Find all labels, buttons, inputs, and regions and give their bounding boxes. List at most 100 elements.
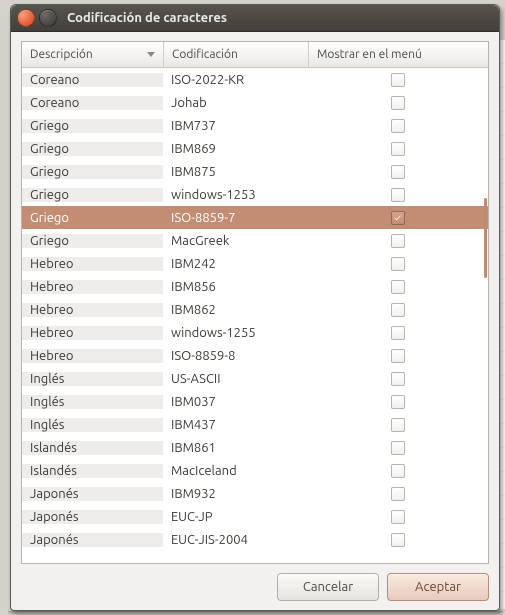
cell-encoding: ISO-8859-7 — [163, 211, 307, 225]
header-description[interactable]: Descripción — [22, 42, 164, 67]
show-in-menu-checkbox[interactable] — [391, 165, 405, 179]
cell-description: Japonés — [22, 533, 163, 547]
table-row[interactable]: GriegoISO-8859-7 ✓ — [22, 206, 488, 229]
show-in-menu-checkbox[interactable] — [391, 73, 405, 87]
table-row[interactable]: Griegowindows-1253 — [22, 183, 488, 206]
cell-description: Hebreo — [22, 257, 163, 271]
table-row[interactable]: JaponésIBM932 — [22, 482, 488, 505]
table-header-row: Descripción Codificación Mostrar en el m… — [22, 42, 488, 68]
header-show-label: Mostrar en el menú — [317, 48, 422, 61]
cell-show-in-menu — [307, 418, 488, 432]
cell-encoding: IBM875 — [163, 165, 307, 179]
dialog-window: Codificación de caracteres Descripción C… — [10, 4, 500, 611]
cell-show-in-menu — [307, 96, 488, 110]
show-in-menu-checkbox[interactable] — [391, 188, 405, 202]
table-row[interactable]: InglésIBM437 — [22, 413, 488, 436]
cell-description: Coreano — [22, 96, 163, 110]
cell-show-in-menu — [307, 257, 488, 271]
show-in-menu-checkbox[interactable]: ✓ — [391, 211, 405, 225]
cell-encoding: EUC-JIS-2004 — [163, 533, 307, 547]
show-in-menu-checkbox[interactable] — [391, 119, 405, 133]
show-in-menu-checkbox[interactable] — [391, 487, 405, 501]
dialog-buttons: Cancelar Aceptar — [21, 564, 489, 601]
show-in-menu-checkbox[interactable] — [391, 349, 405, 363]
cell-show-in-menu — [307, 188, 488, 202]
table-row[interactable]: InglésIBM037 — [22, 390, 488, 413]
scrollbar-thumb[interactable] — [484, 198, 487, 278]
cell-description: Japonés — [22, 487, 163, 501]
table-row[interactable]: GriegoMacGreek — [22, 229, 488, 252]
cell-description: Islandés — [22, 464, 163, 478]
cell-description: Japonés — [22, 510, 163, 524]
cell-show-in-menu — [307, 372, 488, 386]
show-in-menu-checkbox[interactable] — [391, 96, 405, 110]
show-in-menu-checkbox[interactable] — [391, 257, 405, 271]
dialog-content: Descripción Codificación Mostrar en el m… — [11, 32, 499, 610]
minimize-icon[interactable] — [39, 9, 57, 27]
cell-show-in-menu — [307, 142, 488, 156]
show-in-menu-checkbox[interactable] — [391, 441, 405, 455]
titlebar[interactable]: Codificación de caracteres — [11, 5, 499, 32]
table-row[interactable]: JaponésEUC-JP — [22, 505, 488, 528]
table-row[interactable]: CoreanoISO-2022-KR — [22, 68, 488, 91]
header-show-in-menu[interactable]: Mostrar en el menú — [309, 42, 488, 67]
cell-encoding: IBM437 — [163, 418, 307, 432]
show-in-menu-checkbox[interactable] — [391, 326, 405, 340]
table-row[interactable]: HebreoIBM862 — [22, 298, 488, 321]
cell-show-in-menu — [307, 234, 488, 248]
cell-description: Griego — [22, 119, 163, 133]
table-row[interactable]: HebreoIBM856 — [22, 275, 488, 298]
show-in-menu-checkbox[interactable] — [391, 372, 405, 386]
show-in-menu-checkbox[interactable] — [391, 303, 405, 317]
cell-encoding: IBM037 — [163, 395, 307, 409]
cell-encoding: IBM861 — [163, 441, 307, 455]
table-row[interactable]: GriegoIBM869 — [22, 137, 488, 160]
show-in-menu-checkbox[interactable] — [391, 464, 405, 478]
cell-description: Griego — [22, 211, 163, 225]
cell-encoding: ISO-8859-8 — [163, 349, 307, 363]
cell-show-in-menu — [307, 441, 488, 455]
header-encoding[interactable]: Codificación — [164, 42, 309, 67]
close-icon[interactable] — [17, 9, 35, 27]
cell-encoding: IBM932 — [163, 487, 307, 501]
cell-encoding: IBM869 — [163, 142, 307, 156]
header-encoding-label: Codificación — [172, 48, 238, 61]
cell-description: Coreano — [22, 73, 163, 87]
show-in-menu-checkbox[interactable] — [391, 234, 405, 248]
cell-description: Griego — [22, 142, 163, 156]
table-row[interactable]: InglésUS-ASCII — [22, 367, 488, 390]
table-row[interactable]: IslandésMacIceland — [22, 459, 488, 482]
encoding-table: Descripción Codificación Mostrar en el m… — [21, 41, 489, 564]
window-title: Codificación de caracteres — [67, 11, 227, 25]
cell-description: Hebreo — [22, 280, 163, 294]
scrollbar[interactable] — [484, 68, 487, 563]
cell-description: Inglés — [22, 395, 163, 409]
table-row[interactable]: JaponésEUC-JIS-2004 — [22, 528, 488, 551]
cell-show-in-menu — [307, 349, 488, 363]
table-row[interactable]: GriegoIBM737 — [22, 114, 488, 137]
table-body[interactable]: CoreanoISO-2022-KRCoreanoJohabGriegoIBM7… — [22, 68, 488, 563]
table-row[interactable]: HebreoISO-8859-8 — [22, 344, 488, 367]
accept-button[interactable]: Aceptar — [387, 573, 489, 601]
sort-indicator-icon — [147, 52, 155, 57]
cell-encoding: ISO-2022-KR — [163, 73, 307, 87]
table-row[interactable]: IslandésIBM861 — [22, 436, 488, 459]
table-row[interactable]: CoreanoJohab — [22, 91, 488, 114]
cell-encoding: windows-1255 — [163, 326, 307, 340]
show-in-menu-checkbox[interactable] — [391, 418, 405, 432]
cell-show-in-menu — [307, 464, 488, 478]
cancel-button[interactable]: Cancelar — [277, 573, 379, 601]
cell-show-in-menu — [307, 487, 488, 501]
table-row[interactable]: GriegoIBM875 — [22, 160, 488, 183]
show-in-menu-checkbox[interactable] — [391, 395, 405, 409]
show-in-menu-checkbox[interactable] — [391, 280, 405, 294]
show-in-menu-checkbox[interactable] — [391, 533, 405, 547]
cell-encoding: US-ASCII — [163, 372, 307, 386]
table-row[interactable]: HebreoIBM242 — [22, 252, 488, 275]
cell-encoding: MacIceland — [163, 464, 307, 478]
show-in-menu-checkbox[interactable] — [391, 510, 405, 524]
cell-encoding: windows-1253 — [163, 188, 307, 202]
cell-show-in-menu — [307, 510, 488, 524]
table-row[interactable]: Hebreowindows-1255 — [22, 321, 488, 344]
show-in-menu-checkbox[interactable] — [391, 142, 405, 156]
